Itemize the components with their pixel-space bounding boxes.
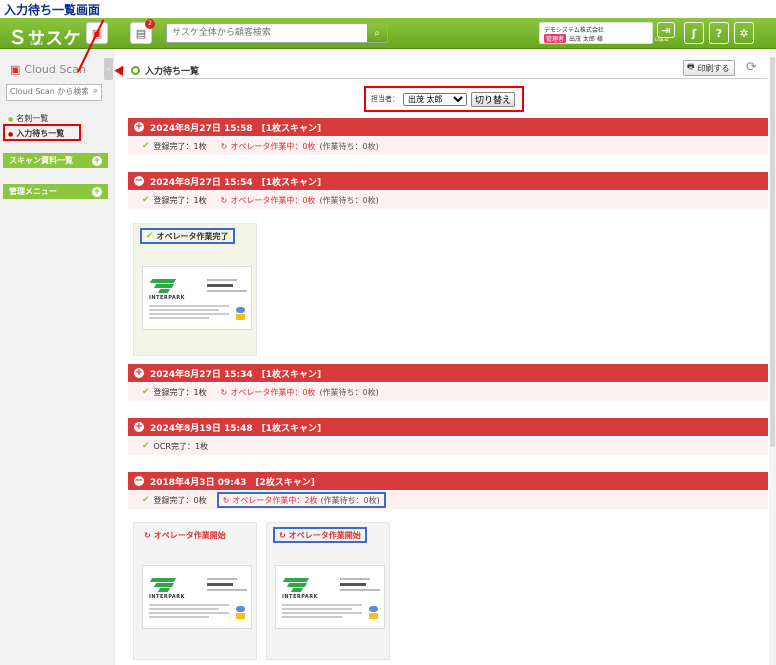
role-badge: 管理者	[544, 34, 567, 43]
group-status: ✔ 登録完了：1枚 ↻ オペレータ作業中：0枚 (作業待ち：0枚)	[128, 137, 768, 155]
scan-card[interactable]: ↻ オペレータ作業開始 INTERPARK	[133, 522, 257, 660]
company-name: デモシステム株式会社	[544, 27, 604, 34]
global-search-input[interactable]	[172, 26, 362, 40]
interpark-logo	[149, 279, 177, 293]
top-bar: Ｓサスケ SASKE ▣ ▤2 ⌕ デモシステム株式会社 管理者出茂 太郎 様 …	[0, 18, 776, 49]
print-button[interactable]: 🖶 印刷する	[683, 60, 735, 76]
notification-badge: 2	[145, 19, 155, 29]
cloudscan-icon: ▣	[10, 63, 21, 76]
collapse-icon: −	[134, 475, 144, 486]
business-card-thumbnail[interactable]: INTERPARK	[275, 565, 385, 629]
page-title: 入力待ち一覧	[131, 64, 199, 77]
global-search: ⌕	[166, 23, 388, 43]
check-icon: ✔	[142, 387, 150, 397]
group-status: ✔ 登録完了：1枚 ↻ オペレータ作業中：0枚 (作業待ち：0枚)	[128, 191, 768, 209]
expand-icon: +	[134, 121, 144, 132]
group-status: ✔ OCR完了：1枚	[128, 437, 768, 455]
scrollbar[interactable]	[769, 49, 776, 665]
sidebar-section-scans[interactable]: スキャン資料一覧 +	[3, 153, 108, 168]
collapse-icon: −	[134, 175, 144, 186]
switch-button[interactable]: 切り替え	[471, 91, 516, 107]
group-header[interactable]: +2024年8月19日 15:48 [1枚スキャン]	[128, 418, 768, 436]
search-icon[interactable]: ⌕	[367, 24, 387, 42]
card-status-label: ↻ オペレータ作業開始	[144, 530, 226, 540]
interpark-logo	[282, 578, 310, 592]
expand-icon: +	[134, 421, 144, 432]
group-header[interactable]: −2018年4月3日 09:43 [2枚スキャン]	[128, 472, 768, 490]
clock-icon: ↻	[220, 387, 228, 397]
help-icon[interactable]: ?	[709, 22, 729, 44]
assignee-label: 担当者：	[371, 95, 399, 103]
card-status-label: ↻ オペレータ作業開始	[273, 527, 367, 543]
search-icon[interactable]: ⌕	[93, 86, 98, 96]
printer-icon: 🖶	[687, 62, 695, 71]
check-icon: ✔	[146, 231, 154, 241]
assignee-filter: 担当者： 出茂 太郎 切り替え	[364, 86, 524, 112]
sidebar-item-card-list[interactable]: 名刺一覧	[8, 113, 48, 124]
group-header[interactable]: −2024年8月27日 15:54 [1枚スキャン]	[128, 172, 768, 190]
interpark-logo	[149, 578, 177, 592]
app-logo[interactable]: Ｓサスケ	[8, 23, 82, 50]
group-header[interactable]: +2024年8月27日 15:58 [1枚スキャン]	[128, 118, 768, 136]
card-brand: INTERPARK	[149, 594, 186, 600]
clock-icon: ↻	[279, 530, 286, 540]
sidebar-section-admin[interactable]: 管理メニュー +	[3, 184, 108, 199]
logout-label[interactable]: Logout	[655, 37, 669, 42]
scrollbar-thumb[interactable]	[770, 57, 775, 447]
logout-icon[interactable]: ⇥	[657, 22, 675, 38]
refresh-icon[interactable]: ⟳	[746, 60, 757, 75]
settings-gear-icon[interactable]: ✲	[734, 22, 754, 44]
clock-icon: ↻	[222, 495, 230, 505]
group-header[interactable]: +2024年8月27日 15:34 [1枚スキャン]	[128, 364, 768, 382]
check-icon: ✔	[142, 495, 150, 505]
business-card-thumbnail[interactable]: INTERPARK	[142, 266, 252, 330]
highlight-box-sidebar	[3, 124, 81, 141]
group-status: ✔ 登録完了：0枚 ↻ オペレータ作業中：2枚 (作業待ち：0枚)	[128, 491, 768, 509]
scan-card[interactable]: ✔ オペレータ作業完了 INTERPARK	[133, 223, 257, 356]
clock-icon: ↻	[220, 141, 228, 151]
sidebar	[0, 49, 115, 665]
app-logo-sub: SASKE	[30, 41, 44, 46]
check-icon: ✔	[142, 441, 150, 451]
user-name: 出茂 太郎 様	[569, 36, 603, 43]
expand-icon: +	[134, 367, 144, 378]
card-brand: INTERPARK	[282, 594, 319, 600]
card-status-label: ✔ オペレータ作業完了	[140, 228, 235, 244]
plus-icon: +	[92, 155, 102, 166]
check-icon: ✔	[142, 141, 150, 151]
sidebar-collapse-handle[interactable]: ‹	[104, 58, 113, 80]
title-divider	[127, 78, 767, 79]
user-box: デモシステム株式会社 管理者 出茂 太郎 様	[539, 22, 653, 44]
business-card-thumbnail[interactable]: INTERPARK	[142, 565, 252, 629]
plus-icon: +	[92, 186, 102, 197]
group-status: ✔ 登録完了：1枚 ↻ オペレータ作業中：0枚 (作業待ち：0枚)	[128, 383, 768, 401]
title-bullet-icon	[131, 66, 140, 75]
clock-icon: ↻	[144, 530, 151, 540]
saske-menu-icon[interactable]: ʃ	[684, 22, 704, 44]
scan-card[interactable]: ↻ オペレータ作業開始 INTERPARK	[266, 522, 390, 660]
sidebar-search: ⌕	[6, 84, 102, 101]
annotation-arrow-head	[114, 63, 128, 76]
notifications-icon[interactable]: ▤ 2	[130, 19, 155, 44]
card-brand: INTERPARK	[149, 295, 186, 301]
clock-icon: ↻	[220, 195, 228, 205]
sidebar-app-title: ▣ Cloud Scan	[10, 63, 87, 76]
screen-caption: 入力待ち一覧画面	[4, 3, 101, 17]
sidebar-search-input[interactable]	[10, 87, 88, 96]
check-icon: ✔	[142, 195, 150, 205]
assignee-select[interactable]: 出茂 太郎	[403, 92, 467, 106]
